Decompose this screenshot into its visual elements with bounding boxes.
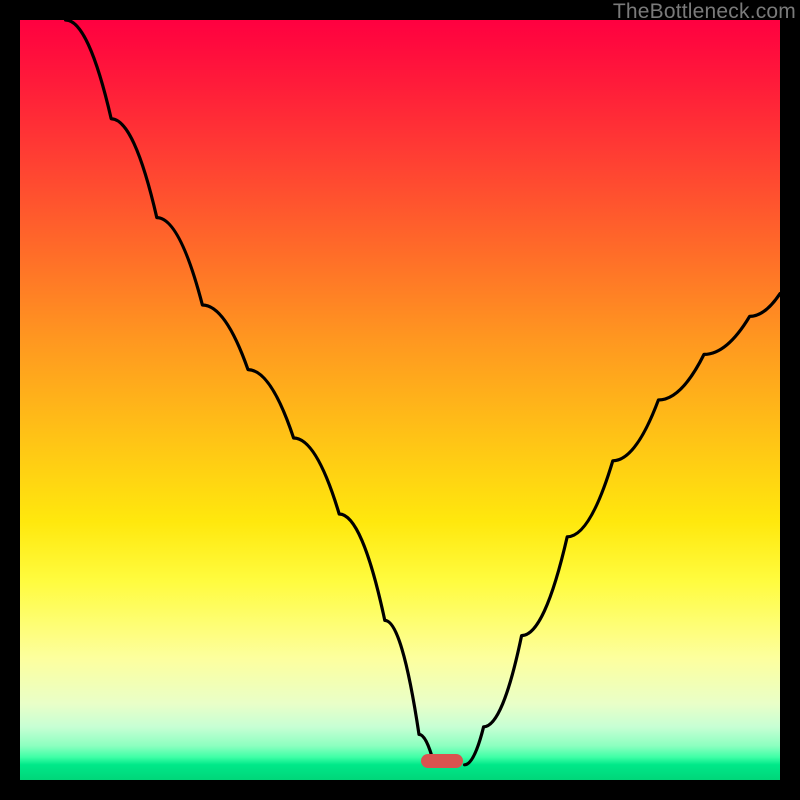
optimal-marker	[421, 754, 463, 768]
chart-frame	[20, 20, 780, 780]
bottleneck-curve	[20, 20, 780, 780]
watermark-text: TheBottleneck.com	[613, 0, 796, 24]
